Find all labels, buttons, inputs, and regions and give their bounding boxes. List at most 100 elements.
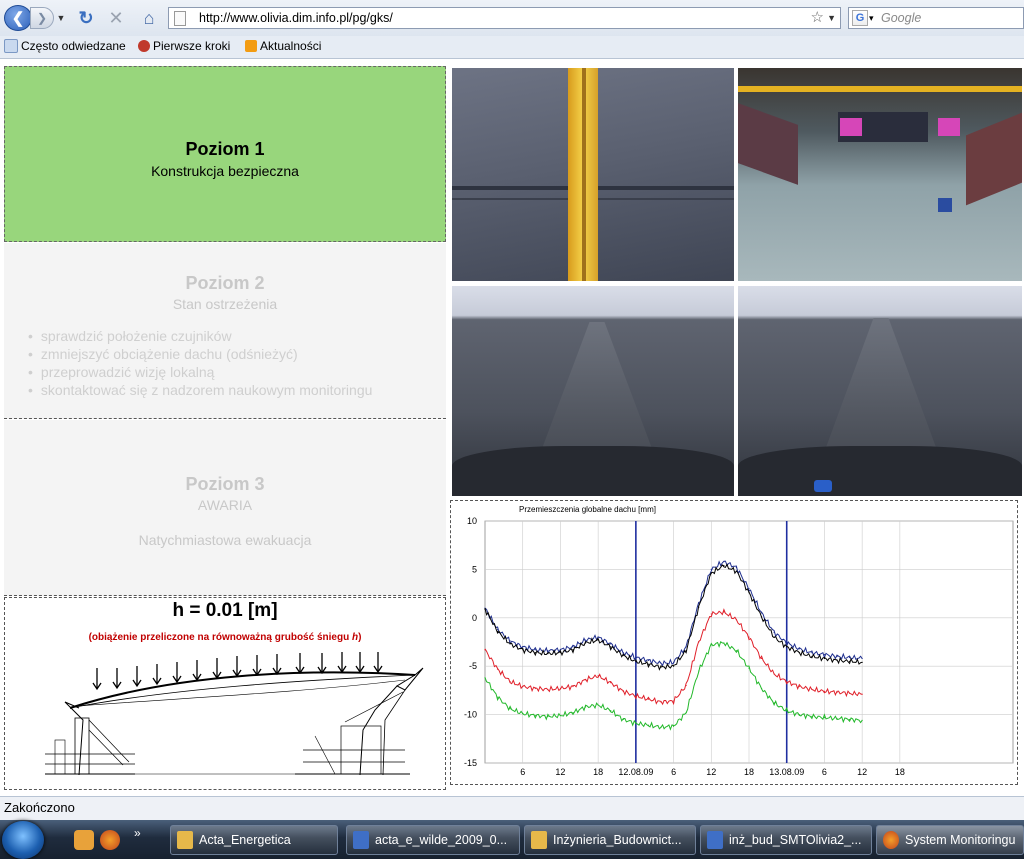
data-point xyxy=(534,649,536,651)
data-point xyxy=(547,715,549,718)
url-dropdown-icon[interactable]: ▼ xyxy=(827,8,836,28)
google-icon[interactable]: G xyxy=(852,10,868,26)
data-point xyxy=(572,646,574,648)
load-arrow xyxy=(92,668,102,691)
address-url[interactable]: http://www.olivia.dim.info.pl/pg/gks/ xyxy=(199,8,393,28)
load-arrow xyxy=(295,653,305,675)
data-point xyxy=(723,561,725,563)
chart-title: Przemieszczenia globalne dachu [mm] xyxy=(519,505,656,514)
x-tick-label: 12 xyxy=(706,767,716,777)
bookmark-aktualnosci[interactable]: Aktualności xyxy=(245,39,321,53)
taskbar-item-system-monitoringu[interactable]: System Monitoringu xyxy=(876,825,1024,855)
camera-photo-roof-left[interactable] xyxy=(452,286,734,496)
data-point xyxy=(635,656,637,659)
home-icon[interactable]: ⌂ xyxy=(138,6,160,30)
x-tick-label: 6 xyxy=(520,767,525,777)
data-point xyxy=(660,726,662,728)
taskbar-item-acta-doc[interactable]: acta_e_wilde_2009_0... xyxy=(346,825,520,855)
data-point xyxy=(547,650,549,652)
folder-icon xyxy=(177,831,193,849)
history-dropdown-icon[interactable]: ▼ xyxy=(55,6,67,30)
data-point xyxy=(748,588,750,590)
data-point xyxy=(660,666,662,668)
taskbar-item-inzynieria[interactable]: Inżynieria_Budownict... xyxy=(524,825,696,855)
search-engine-dropdown-icon[interactable]: ▾ xyxy=(869,8,874,28)
data-point xyxy=(597,675,599,677)
word-doc-icon xyxy=(353,831,369,849)
data-point xyxy=(597,704,599,706)
data-point xyxy=(786,710,788,712)
data-point xyxy=(660,662,662,664)
data-point xyxy=(823,657,826,660)
taskbar-item-inz-bud-doc[interactable]: inż_bud_SMTOlivia2_... xyxy=(700,825,872,855)
data-point xyxy=(698,641,700,643)
data-point xyxy=(786,642,788,644)
back-button[interactable]: ❮ xyxy=(4,5,32,31)
outlook-icon[interactable] xyxy=(74,830,94,850)
start-button[interactable] xyxy=(2,821,44,859)
search-placeholder[interactable]: Google xyxy=(881,8,921,28)
taskbar-item-acta-energetica[interactable]: Acta_Energetica xyxy=(170,825,338,855)
bookmark-star-icon[interactable]: ☆ xyxy=(811,8,824,28)
data-point xyxy=(836,659,838,661)
snow-load-panel: h = 0.01 [m] (obiążenie przeliczone na r… xyxy=(4,597,446,790)
firefox-icon xyxy=(138,40,150,52)
data-point xyxy=(484,677,486,679)
data-point xyxy=(647,724,650,726)
data-point xyxy=(748,592,750,594)
quicklaunch-more-icon[interactable]: » xyxy=(134,826,146,846)
data-point xyxy=(509,640,511,642)
firefox-icon[interactable] xyxy=(100,830,120,850)
data-point xyxy=(547,688,549,691)
reload-icon[interactable]: ↻ xyxy=(76,6,96,30)
data-point xyxy=(610,682,612,684)
data-point xyxy=(622,690,624,692)
bookmark-label: Często odwiedzane xyxy=(21,39,126,53)
data-point xyxy=(861,657,863,660)
forward-button[interactable]: ❯ xyxy=(30,7,54,29)
x-tick-label: 12 xyxy=(555,767,565,777)
data-point xyxy=(597,639,599,641)
data-point xyxy=(672,665,675,667)
bookmark-label: Pierwsze kroki xyxy=(153,39,231,53)
roof-section-diagram xyxy=(45,652,424,776)
load-arrow xyxy=(355,652,365,674)
stop-icon[interactable]: ✕ xyxy=(106,6,126,30)
data-point xyxy=(698,606,700,608)
snow-height-value: h = 0.01 [m] xyxy=(172,600,278,621)
y-axis-ticks: 10 5 0 -5 -10 -15 xyxy=(464,516,477,768)
data-point xyxy=(635,660,637,662)
data-point xyxy=(811,688,813,691)
data-point xyxy=(622,718,624,721)
roof-structure xyxy=(45,667,424,776)
taskbar: » Acta_Energetica acta_e_wilde_2009_0...… xyxy=(0,820,1024,859)
taskbar-item-label: System Monitoringu xyxy=(905,833,1016,847)
data-point xyxy=(496,696,499,698)
data-point xyxy=(823,653,826,656)
data-point xyxy=(534,714,536,717)
x-tick-label: 12.08.09 xyxy=(618,767,653,777)
data-point xyxy=(622,652,624,654)
data-point xyxy=(559,714,562,717)
address-bar[interactable]: http://www.olivia.dim.info.pl/pg/gks/ ☆ … xyxy=(168,7,841,29)
camera-photo-roof-right[interactable] xyxy=(738,286,1022,496)
level-title: Poziom 1 xyxy=(185,139,265,159)
data-point xyxy=(685,646,687,648)
bookmark-pierwsze-kroki[interactable]: Pierwsze kroki xyxy=(138,39,230,53)
data-point xyxy=(773,631,775,633)
y-tick-label: 5 xyxy=(472,564,477,574)
folder-icon xyxy=(531,831,547,849)
search-bar[interactable]: G ▾ Google xyxy=(848,7,1024,29)
load-arrow xyxy=(152,664,162,686)
data-point xyxy=(786,681,788,683)
bookmark-czesto-odwiedzane[interactable]: Często odwiedzane xyxy=(4,39,126,53)
data-point xyxy=(559,652,562,654)
x-tick-label: 12 xyxy=(857,767,867,777)
x-tick-label: 18 xyxy=(744,767,754,777)
camera-photo-arena-interior[interactable] xyxy=(738,68,1022,281)
data-point xyxy=(710,572,712,574)
data-point xyxy=(823,716,826,719)
data-point xyxy=(534,652,536,654)
camera-photo-roof-underside[interactable] xyxy=(452,68,734,281)
load-arrow xyxy=(232,656,242,678)
